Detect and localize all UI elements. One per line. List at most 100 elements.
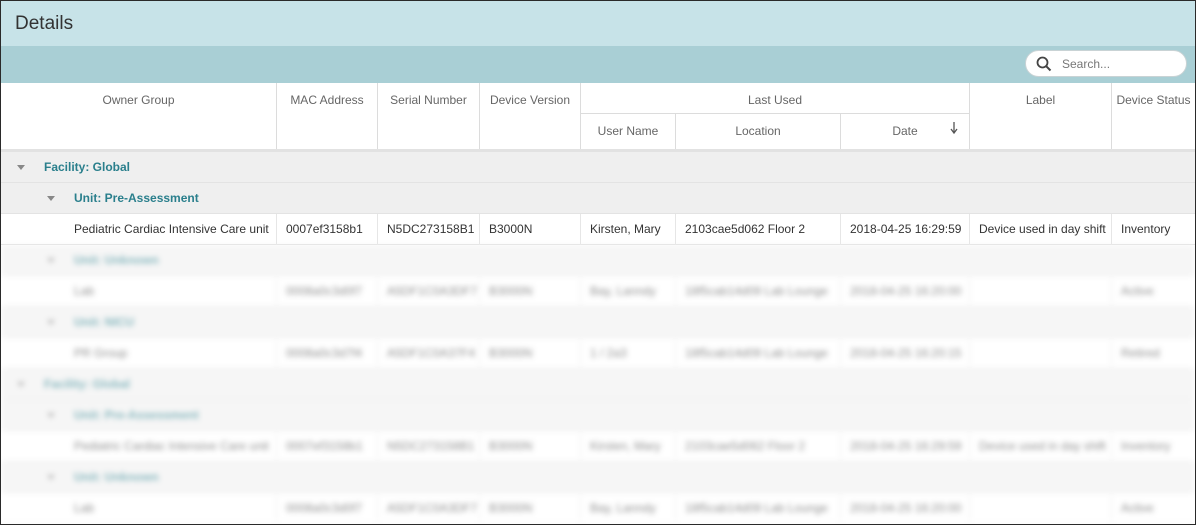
column-date-label: Date <box>892 124 918 138</box>
cell-date: 2018-04-25 16:20:15 <box>841 338 970 369</box>
table-row[interactable]: Lab 0008a0c3d0f7 A5DF1C0A3DF7 B3000N Bay… <box>1 493 1195 524</box>
devices-table: Owner Group MAC Address Serial Number De… <box>1 83 1195 524</box>
arrow-down-icon[interactable] <box>949 121 959 138</box>
cell-label <box>970 276 1112 307</box>
cell-device-version: B3000N <box>480 431 581 462</box>
search-box[interactable] <box>1025 50 1187 77</box>
cell-date: 2018-04-25 16:20:00 <box>841 276 970 307</box>
cell-device-status: Active <box>1121 501 1154 515</box>
cell-mac-address: 0008a0c3d0f7 <box>277 276 378 307</box>
table-row[interactable]: Pediatric Cardiac Intensive Care unit 00… <box>1 431 1195 462</box>
cell-mac-address: 0007ef3158b1 <box>277 431 378 462</box>
column-device-status[interactable]: Device Status <box>1112 83 1195 149</box>
cell-mac-address: 0008a0c3d7f4 <box>277 338 378 369</box>
cell-owner-group: Lab <box>65 276 277 307</box>
cell-device-version: B3000N <box>480 276 581 307</box>
caret-down-icon[interactable] <box>47 475 55 480</box>
cell-owner-group: Pediatric Cardiac Intensive Care unit <box>65 214 277 245</box>
column-mac-address-label: MAC Address <box>290 93 364 107</box>
column-user-name[interactable]: User Name <box>581 114 676 149</box>
table-row[interactable]: PR Group 0008a0c3d7f4 A5DF1C0A37F4 B3000… <box>1 338 1195 369</box>
toolbar <box>1 46 1195 83</box>
caret-down-icon[interactable] <box>47 320 55 325</box>
cell-device-status: Inventory <box>1121 222 1171 236</box>
cell-owner-group: PR Group <box>65 338 277 369</box>
group-label-facility: Facility: Global <box>44 377 131 391</box>
cell-label: Device used in day shift <box>970 431 1112 462</box>
cell-serial-number: A5DF1C0A37F4 <box>378 338 480 369</box>
group-label-unit: Unit: Pre-Assessment <box>74 191 199 205</box>
caret-down-icon[interactable] <box>17 165 25 170</box>
table-row[interactable]: Pediatric Cardiac Intensive Care unit 00… <box>1 214 1195 245</box>
table-row[interactable]: Lab 0008a0c3d0f7 A5DF1C0A3DF7 B3000N Bay… <box>1 276 1195 307</box>
column-serial-number-label: Serial Number <box>390 93 467 107</box>
cell-owner-group: Lab <box>65 493 277 524</box>
column-location-label: Location <box>735 124 781 138</box>
cell-location: 18f5cab14d09 Lab Lounge <box>676 276 841 307</box>
caret-down-icon[interactable] <box>47 258 55 263</box>
cell-label <box>970 493 1112 524</box>
details-panel: Details Owner Group MAC Address Serial N… <box>0 0 1196 525</box>
group-label-unit: Unit: NICU <box>74 315 134 329</box>
group-row-unit[interactable]: Unit: Pre-Assessment <box>1 183 1195 214</box>
cell-location: 2103cae5d062 Floor 2 <box>676 431 841 462</box>
column-user-name-label: User Name <box>597 124 659 138</box>
column-last-used-label: Last Used <box>747 93 803 107</box>
cell-serial-number: N5DC273158B1 <box>378 214 480 245</box>
column-location[interactable]: Location <box>676 114 841 149</box>
cell-mac-address: 0008a0c3d0f7 <box>277 493 378 524</box>
group-row-unit[interactable]: Unit: Pre-Assessment <box>1 400 1195 431</box>
cell-device-status: Retired <box>1121 346 1160 360</box>
group-label-unit: Unit: Unknown <box>74 470 159 484</box>
group-row-unit[interactable]: Unit: Unknown <box>1 245 1195 276</box>
cell-user-name: 1 / 2a3 <box>581 338 676 369</box>
caret-down-icon[interactable] <box>47 196 55 201</box>
column-date[interactable]: Date <box>841 114 970 149</box>
column-device-version[interactable]: Device Version <box>480 83 581 149</box>
blurred-rows: Unit: Unknown Lab 0008a0c3d0f7 A5DF1C0A3… <box>1 245 1195 524</box>
column-device-version-label: Device Version <box>489 93 571 107</box>
cell-device-version: B3000N <box>480 493 581 524</box>
cell-device-version: B3000N <box>480 338 581 369</box>
column-owner-group[interactable]: Owner Group <box>1 83 277 149</box>
cell-date: 2018-04-25 16:29:59 <box>841 431 970 462</box>
column-device-status-label: Device Status <box>1116 93 1191 107</box>
cell-label <box>970 338 1112 369</box>
cell-date: 2018-04-25 16:29:59 <box>841 214 970 245</box>
cell-device-status: Active <box>1121 284 1154 298</box>
group-label-facility: Facility: Global <box>44 160 131 174</box>
panel-header: Details <box>1 1 1195 46</box>
group-row-facility[interactable]: Facility: Global <box>1 152 1195 183</box>
column-group-last-used: Last Used <box>581 83 970 114</box>
cell-user-name: Kirsten, Mary <box>581 431 676 462</box>
column-label[interactable]: Label <box>970 83 1112 149</box>
cell-serial-number: A5DF1C0A3DF7 <box>378 493 480 524</box>
cell-serial-number: A5DF1C0A3DF7 <box>378 276 480 307</box>
column-serial-number[interactable]: Serial Number <box>378 83 480 149</box>
table-header: Owner Group MAC Address Serial Number De… <box>1 83 1195 152</box>
cell-location: 18f5cab14d09 Lab Lounge <box>676 493 841 524</box>
cell-label: Device used in day shift <box>970 214 1112 245</box>
caret-down-icon[interactable] <box>47 413 55 418</box>
group-row-facility[interactable]: Facility: Global <box>1 369 1195 400</box>
cell-serial-number: N5DC273158B1 <box>378 431 480 462</box>
cell-user-name: Bay, Lanndy <box>581 276 676 307</box>
cell-device-version: B3000N <box>480 214 581 245</box>
group-row-unit[interactable]: Unit: NICU <box>1 307 1195 338</box>
search-input[interactable] <box>1060 55 1174 72</box>
column-label-label: Label <box>1025 93 1056 107</box>
panel-title: Details <box>15 12 74 34</box>
caret-down-icon[interactable] <box>17 382 25 387</box>
group-label-unit: Unit: Unknown <box>74 253 159 267</box>
group-row-unit[interactable]: Unit: Unknown <box>1 462 1195 493</box>
column-mac-address[interactable]: MAC Address <box>277 83 378 149</box>
column-owner-group-label: Owner Group <box>102 93 175 107</box>
cell-user-name: Bay, Lanndy <box>581 493 676 524</box>
cell-date: 2018-04-25 16:20:00 <box>841 493 970 524</box>
cell-mac-address: 0007ef3158b1 <box>277 214 378 245</box>
cell-owner-group: Pediatric Cardiac Intensive Care unit <box>65 431 277 462</box>
cell-user-name: Kirsten, Mary <box>581 214 676 245</box>
search-icon[interactable] <box>1036 56 1052 72</box>
cell-device-status: Inventory <box>1121 439 1171 453</box>
cell-location: 2103cae5d062 Floor 2 <box>676 214 841 245</box>
